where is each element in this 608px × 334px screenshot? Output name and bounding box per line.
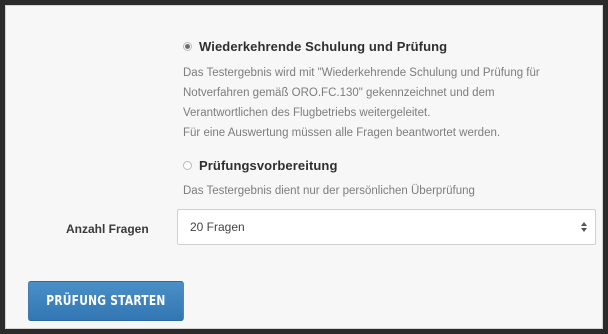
description-line: Das Testergebnis dient nur der persönlic… <box>183 185 475 197</box>
option-exam-preparation-description: Das Testergebnis dient nur der persönlic… <box>183 181 583 201</box>
description-line: Für eine Auswertung müssen alle Fragen b… <box>183 127 501 139</box>
option-recurring-training[interactable]: Wiederkehrende Schulung und Prüfung Das … <box>183 39 583 143</box>
question-count-select[interactable]: 20 Fragen <box>177 209 596 245</box>
start-exam-button[interactable]: PRÜFUNG STARTEN <box>28 281 184 321</box>
option-exam-preparation[interactable]: Prüfungsvorbereitung Das Testergebnis di… <box>183 158 583 201</box>
option-recurring-training-row[interactable]: Wiederkehrende Schulung und Prüfung <box>183 39 583 54</box>
description-line: Verantwortlichen des Flugbetriebs weiter… <box>183 107 431 119</box>
select-arrows-icon <box>581 222 587 232</box>
question-count-value: 20 Fragen <box>190 220 245 234</box>
option-recurring-training-description: Das Testergebnis wird mit "Wiederkehrend… <box>183 63 583 143</box>
description-line: Das Testergebnis wird mit "Wiederkehrend… <box>183 67 540 79</box>
option-recurring-training-title[interactable]: Wiederkehrende Schulung und Prüfung <box>199 39 447 54</box>
description-line: Notverfahren gemäß ORO.FC.130" gekennzei… <box>183 87 495 99</box>
option-exam-preparation-row[interactable]: Prüfungsvorbereitung <box>183 158 583 173</box>
exam-settings-panel: Wiederkehrende Schulung und Prüfung Das … <box>5 5 603 329</box>
option-exam-preparation-title[interactable]: Prüfungsvorbereitung <box>199 158 338 173</box>
radio-recurring-training[interactable] <box>183 42 192 51</box>
question-count-label: Anzahl Fragen <box>66 222 149 236</box>
radio-exam-preparation[interactable] <box>183 161 192 170</box>
